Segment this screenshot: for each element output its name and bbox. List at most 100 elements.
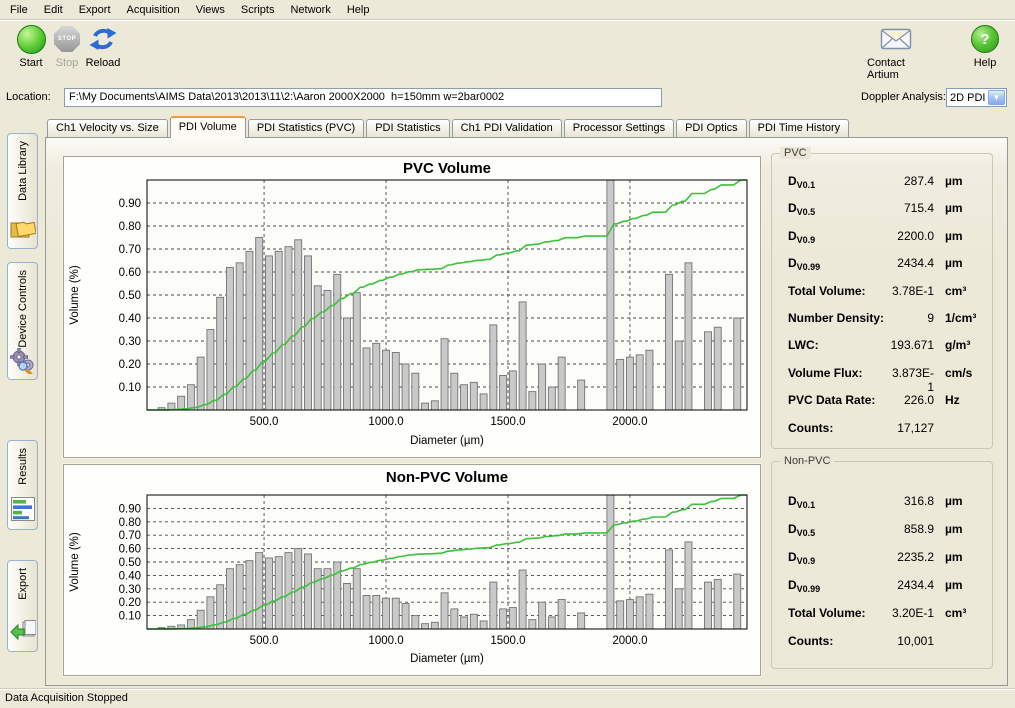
tab-pdi-optics[interactable]: PDI Optics — [676, 119, 747, 137]
histogram-bar — [187, 385, 194, 410]
histogram-bar — [275, 251, 282, 410]
menu-item-edit[interactable]: Edit — [36, 2, 71, 18]
histogram-bar — [607, 495, 614, 629]
stat-row: Total Volume: 3.78E-1 cm³ — [772, 284, 992, 311]
stat-value: 226.0 — [890, 393, 934, 407]
location-input[interactable]: F:\My Documents\AIMS Data\2013\2013\11\2… — [64, 88, 662, 107]
non-pvc-stats-rows: DV0.1 316.8 µm DV0.5 858.9 µm DV0.9 2235… — [772, 494, 992, 662]
histogram-bar — [207, 597, 214, 629]
histogram-bar — [431, 401, 438, 410]
histogram-bar — [470, 382, 477, 410]
menu-item-file[interactable]: File — [2, 2, 36, 18]
sidebar-item-export[interactable]: Export — [7, 560, 38, 652]
tab-pdi-statistics[interactable]: PDI Statistics — [366, 119, 449, 137]
menu-item-export[interactable]: Export — [71, 2, 119, 18]
menu-item-acquisition[interactable]: Acquisition — [119, 2, 188, 18]
doppler-analysis-select[interactable]: 2D PDI ▼ — [946, 88, 1007, 107]
contact-artium-button[interactable]: Contact Artium — [867, 24, 925, 81]
pvc-volume-chart-svg: 0.100.200.300.400.500.600.700.800.90500.… — [64, 157, 758, 455]
sidebar-item-label: Device Controls — [17, 270, 29, 348]
stat-unit: µm — [934, 522, 982, 536]
sidebar-item-label: Export — [17, 568, 29, 600]
tab-pdi-time-history[interactable]: PDI Time History — [749, 119, 850, 137]
stat-label: DV0.5 — [788, 522, 890, 536]
tab-pdi-volume[interactable]: PDI Volume — [170, 116, 246, 138]
y-tick-label: 0.80 — [119, 221, 141, 233]
doppler-analysis-label: Doppler Analysis: — [861, 91, 946, 103]
stat-label: Total Volume: — [788, 284, 890, 298]
stat-unit: µm — [934, 578, 982, 592]
stat-value: 2235.2 — [890, 550, 934, 564]
sidebar-item-label: Data Library — [17, 141, 29, 201]
histogram-bar — [704, 582, 711, 629]
stat-value: 858.9 — [890, 522, 934, 536]
location-row: Location: F:\My Documents\AIMS Data\2013… — [0, 87, 1015, 110]
histogram-bar — [314, 286, 321, 410]
reload-button[interactable]: Reload — [74, 24, 132, 69]
stat-row: Volume Flux: 3.873E-1 cm/s — [772, 366, 992, 393]
tab-processor-settings[interactable]: Processor Settings — [564, 119, 674, 137]
doppler-analysis-value: 2D PDI — [947, 92, 987, 104]
stat-row: Counts: 10,001 — [772, 634, 992, 662]
x-tick-label: 1500.0 — [490, 416, 525, 428]
y-tick-label: 0.10 — [119, 382, 141, 394]
status-bar: Data Acquisition Stopped — [0, 689, 1015, 708]
stat-label: DV0.1 — [788, 494, 890, 508]
histogram-bar — [558, 357, 565, 410]
histogram-bar — [578, 613, 585, 629]
location-label: Location: — [6, 91, 51, 103]
non-pvc-groupbox-title: Non-PVC — [780, 455, 834, 467]
x-axis-label: Diameter (µm) — [410, 653, 484, 665]
stat-value: 2434.4 — [890, 578, 934, 592]
histogram-bar — [265, 256, 272, 410]
stat-label: Counts: — [788, 634, 890, 648]
stat-label: DV0.1 — [788, 174, 890, 188]
x-tick-label: 2000.0 — [612, 416, 647, 428]
menu-item-scripts[interactable]: Scripts — [233, 2, 283, 18]
histogram-bar — [373, 596, 380, 630]
sidebar-item-results[interactable]: Results — [7, 440, 38, 530]
menu-item-help[interactable]: Help — [339, 2, 378, 18]
histogram-bar — [383, 598, 390, 629]
sidebar-item-device-controls[interactable]: Device Controls — [7, 262, 38, 380]
stat-row: DV0.99 2434.4 µm — [772, 578, 992, 606]
x-axis-label: Diameter (µm) — [410, 435, 484, 447]
histogram-bar — [295, 240, 302, 410]
tab-ch1-pdi-validation[interactable]: Ch1 PDI Validation — [452, 119, 562, 137]
histogram-bar — [431, 622, 438, 629]
histogram-bar — [422, 624, 429, 629]
help-button[interactable]: ? Help — [956, 24, 1014, 69]
stat-row: DV0.1 316.8 µm — [772, 494, 992, 522]
histogram-bar — [197, 357, 204, 410]
stat-row: PVC Data Rate: 226.0 Hz — [772, 393, 992, 420]
reload-button-label: Reload — [86, 57, 121, 69]
pvc-stats-rows: DV0.1 287.4 µm DV0.5 715.4 µm DV0.9 2200… — [772, 174, 992, 448]
stat-unit: µm — [934, 256, 982, 270]
chart-title: PVC Volume — [403, 160, 491, 177]
y-tick-label: 0.90 — [119, 503, 141, 515]
non-pvc-volume-chart: 0.100.200.300.400.500.600.700.800.90500.… — [63, 464, 761, 676]
y-tick-label: 0.50 — [119, 557, 141, 569]
histogram-bar — [519, 302, 526, 410]
stat-label: DV0.9 — [788, 550, 890, 564]
tab-page-pdi-volume: 0.100.200.300.400.500.600.700.800.90500.… — [45, 137, 1008, 686]
histogram-bar — [353, 293, 360, 410]
stat-value: 3.78E-1 — [890, 284, 934, 298]
histogram-bar — [617, 359, 624, 410]
export-arrow-icon — [10, 619, 36, 646]
histogram-bar — [314, 569, 321, 629]
menu-item-network[interactable]: Network — [282, 2, 338, 18]
reload-icon — [89, 24, 117, 54]
stat-label: Volume Flux: — [788, 366, 890, 380]
tab-pdi-statistics-pvc[interactable]: PDI Statistics (PVC) — [248, 119, 364, 137]
tab-ch1-velocity-vs-size[interactable]: Ch1 Velocity vs. Size — [47, 119, 168, 137]
stat-value: 2200.0 — [890, 229, 934, 243]
y-tick-label: 0.70 — [119, 244, 141, 256]
pvc-groupbox-title: PVC — [780, 147, 811, 159]
histogram-bar — [207, 330, 214, 411]
x-tick-label: 500.0 — [250, 635, 279, 647]
sidebar-item-data-library[interactable]: Data Library — [7, 133, 38, 249]
histogram-bar — [558, 600, 565, 629]
histogram-bar — [548, 387, 555, 410]
menu-item-views[interactable]: Views — [188, 2, 233, 18]
